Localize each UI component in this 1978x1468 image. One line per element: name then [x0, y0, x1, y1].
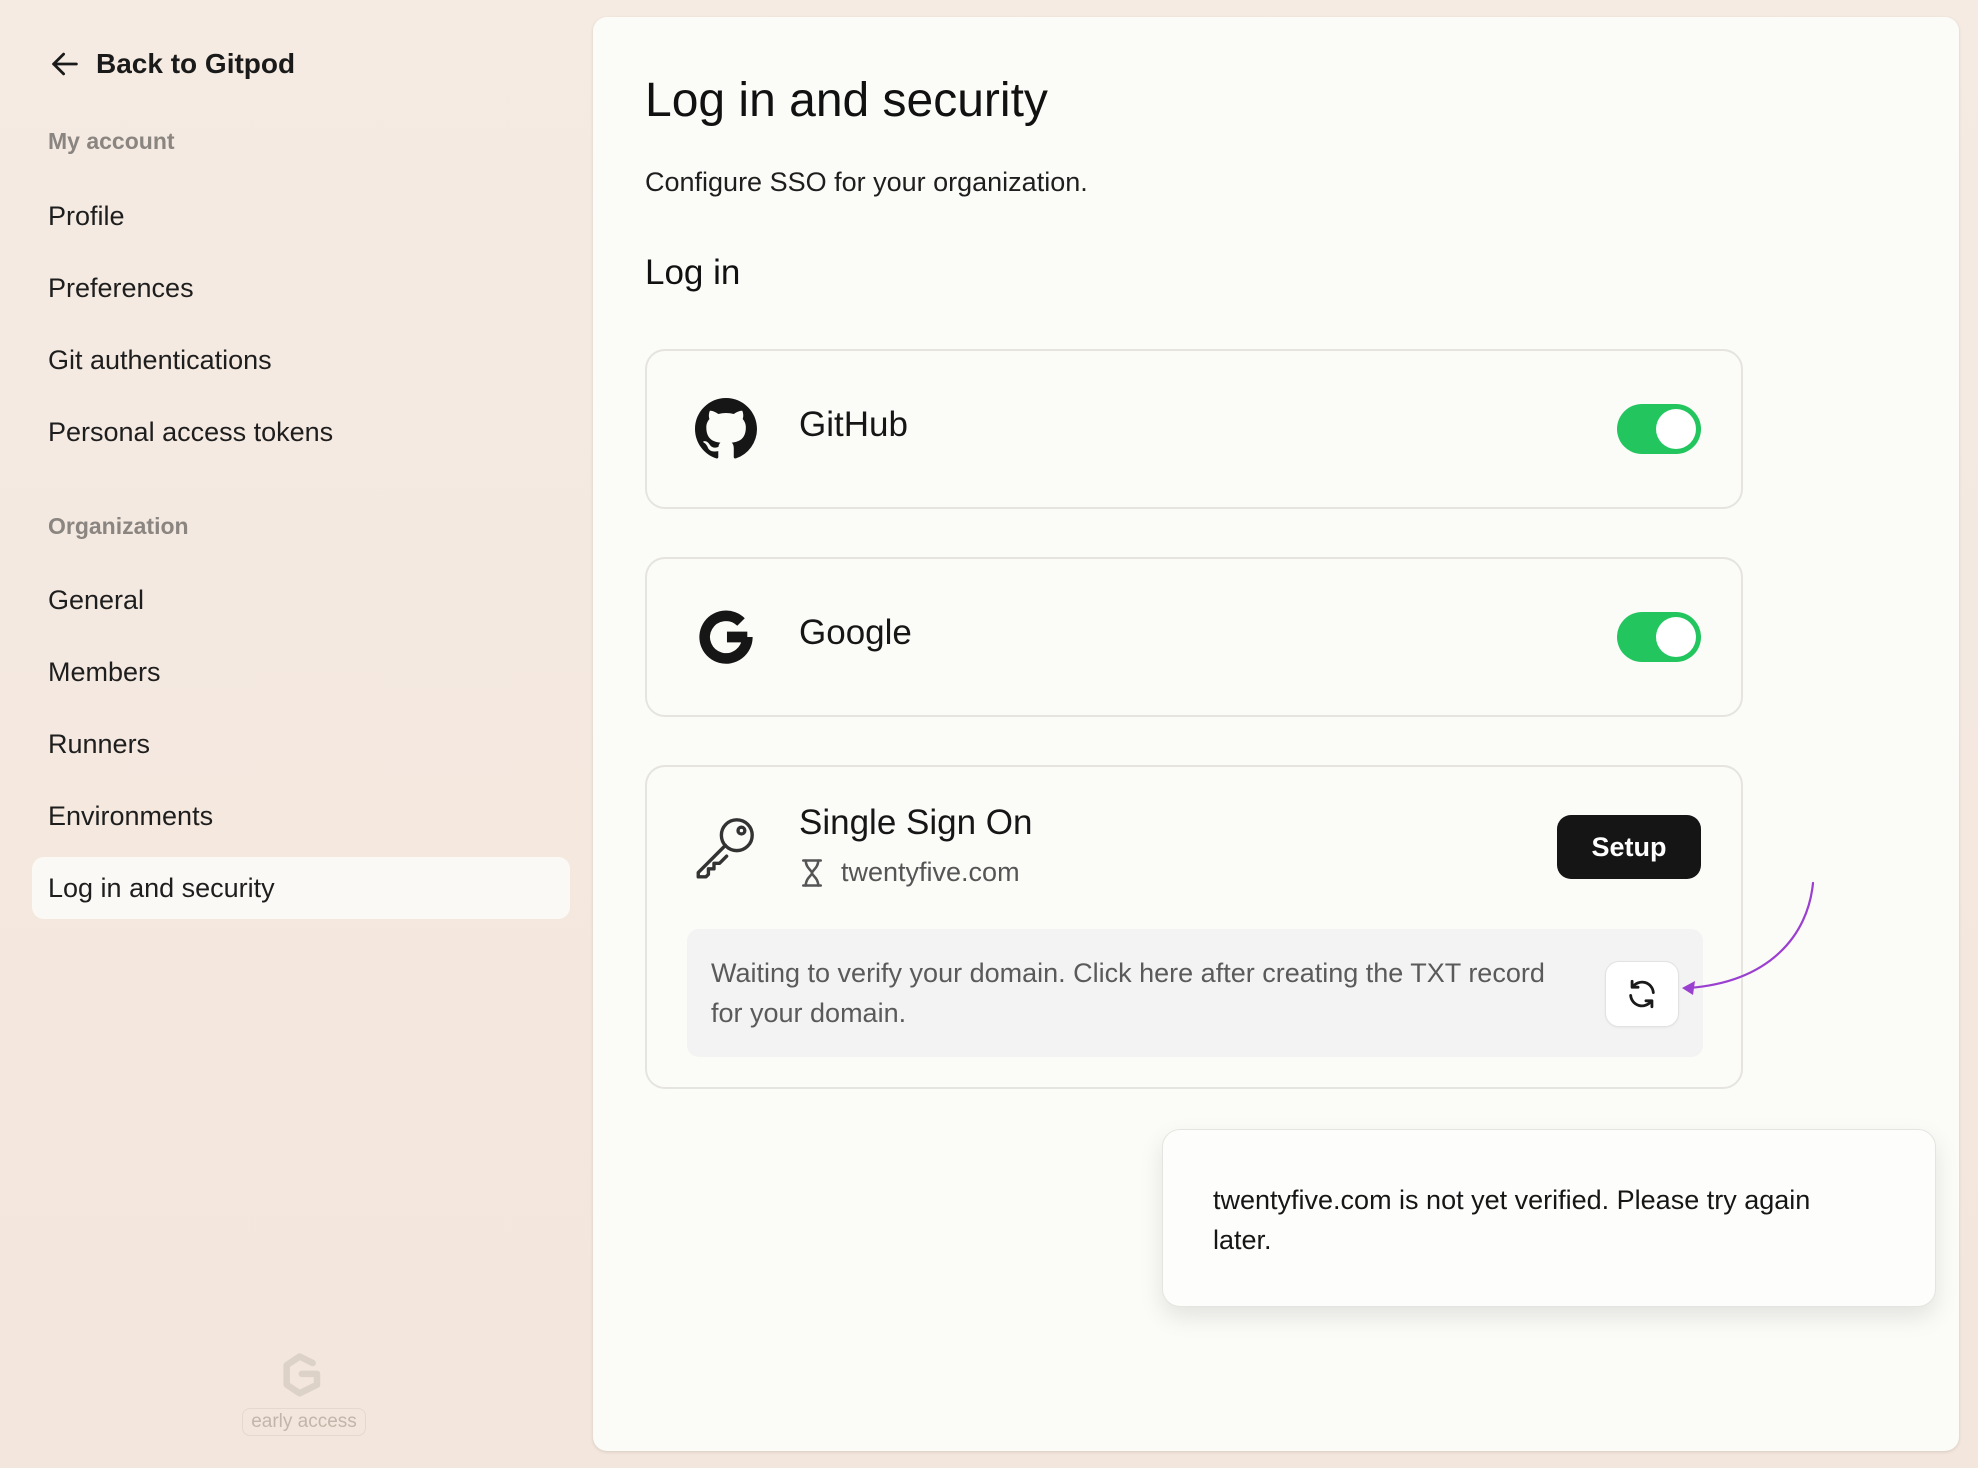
verification-info-box[interactable]: Waiting to verify your domain. Click her… — [687, 929, 1703, 1057]
github-toggle[interactable] — [1617, 404, 1701, 454]
sso-card: Single Sign On twentyfive.com Setup Wait… — [645, 765, 1743, 1089]
back-label: Back to Gitpod — [96, 48, 296, 79]
sidebar-item-label: Preferences — [48, 272, 194, 303]
provider-name: Google — [799, 613, 912, 652]
sidebar-item-members[interactable]: Members — [32, 641, 570, 703]
page-title: Log in and security — [645, 74, 1048, 127]
sidebar-item-label: Profile — [48, 200, 125, 231]
refresh-button[interactable] — [1605, 961, 1679, 1027]
sidebar-item-label: Runners — [48, 728, 151, 759]
toggle-knob — [1656, 617, 1696, 657]
github-icon — [695, 398, 757, 459]
toast-message: twentyfive.com is not yet verified. Plea… — [1213, 1185, 1811, 1255]
sidebar-item-label: Members — [48, 656, 161, 687]
setup-button[interactable]: Setup — [1557, 815, 1701, 879]
sidebar-item-label: Git authentications — [48, 344, 272, 375]
sidebar-item-label: Environments — [48, 800, 214, 831]
sidebar-item-personal-access-tokens[interactable]: Personal access tokens — [32, 401, 570, 463]
sidebar-item-git-authentications[interactable]: Git authentications — [32, 329, 570, 391]
annotation-arrow-icon — [1682, 881, 1815, 995]
google-toggle[interactable] — [1617, 612, 1701, 662]
my-account-heading: My account — [48, 128, 175, 154]
brand-footer: early access — [234, 1350, 374, 1436]
sso-title: Single Sign On — [799, 803, 1033, 842]
sidebar-item-preferences[interactable]: Preferences — [32, 257, 570, 319]
github-provider-card: GitHub — [645, 349, 1743, 509]
google-icon — [699, 610, 753, 664]
sidebar-item-runners[interactable]: Runners — [32, 713, 570, 775]
toast-notification: twentyfive.com is not yet verified. Plea… — [1162, 1129, 1936, 1307]
sidebar-item-general[interactable]: General — [32, 569, 570, 631]
verification-message: Waiting to verify your domain. Click her… — [711, 958, 1545, 1028]
sidebar-item-environments[interactable]: Environments — [32, 785, 570, 847]
organization-heading: Organization — [48, 513, 189, 539]
toggle-knob — [1656, 409, 1696, 449]
page-subtitle: Configure SSO for your organization. — [645, 167, 1088, 197]
sso-domain-row: twentyfive.com — [799, 857, 1020, 888]
sidebar-item-label: Log in and security — [48, 872, 275, 903]
sidebar: Back to Gitpod My account Profile Prefer… — [0, 0, 590, 1468]
refresh-icon — [1629, 979, 1655, 1009]
sidebar-item-log-in-and-security[interactable]: Log in and security — [32, 857, 570, 919]
hourglass-icon — [802, 858, 822, 887]
sidebar-item-label: General — [48, 584, 145, 615]
gitpod-logo-icon — [283, 1353, 321, 1397]
sidebar-item-profile[interactable]: Profile — [32, 185, 570, 247]
arrow-left-icon — [52, 52, 78, 76]
back-to-gitpod-link[interactable]: Back to Gitpod — [48, 44, 295, 84]
sidebar-item-label: Personal access tokens — [48, 416, 334, 447]
sso-domain: twentyfive.com — [841, 857, 1020, 887]
login-section-title: Log in — [645, 253, 741, 292]
early-access-badge: early access — [242, 1408, 366, 1436]
google-provider-card: Google — [645, 557, 1743, 717]
provider-name: GitHub — [799, 405, 908, 444]
key-icon — [696, 818, 754, 879]
